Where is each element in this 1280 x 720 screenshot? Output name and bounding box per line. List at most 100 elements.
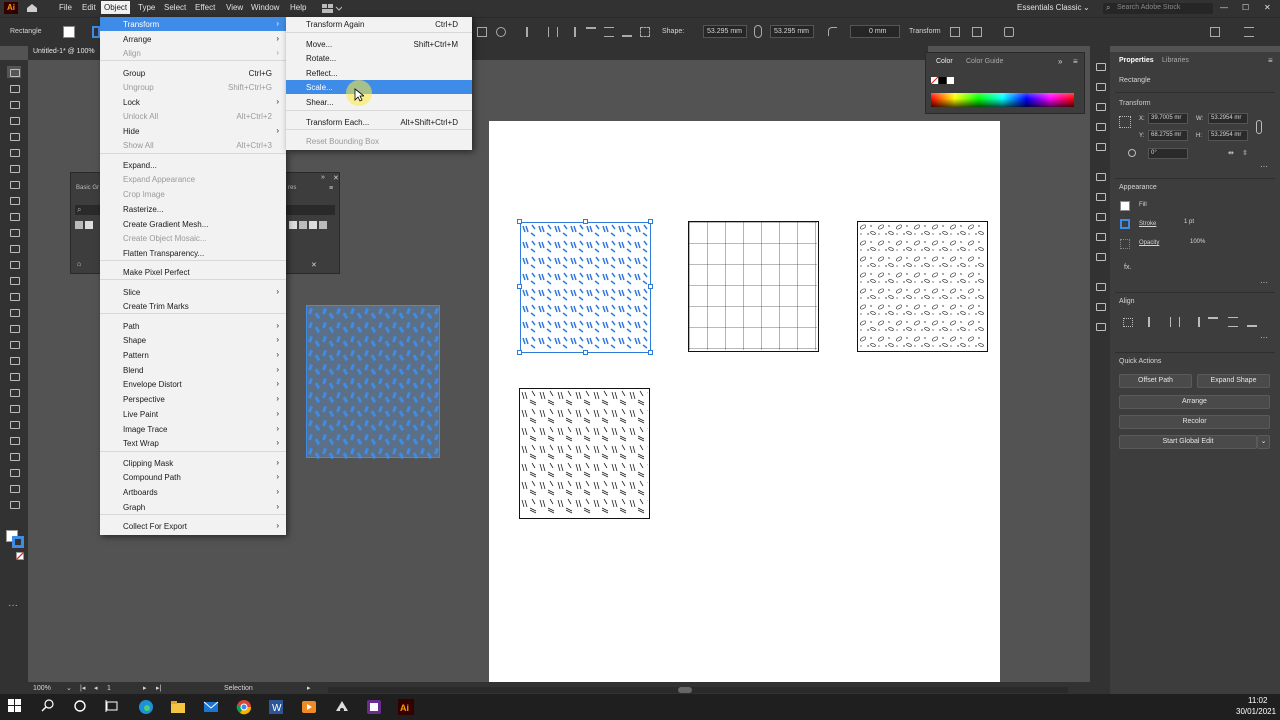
panel-menu-icon[interactable]: ≡ [1073, 57, 1078, 66]
selection-handle-bm[interactable] [583, 350, 588, 355]
object-menu-item[interactable]: Blend › [100, 363, 286, 377]
maximize-icon[interactable]: ☐ [1242, 3, 1249, 12]
app-icon[interactable] [366, 699, 382, 715]
zoom-tool-icon[interactable] [7, 498, 21, 510]
pasteboard-pattern-object[interactable] [306, 305, 441, 459]
eraser-tool-icon[interactable] [7, 242, 21, 254]
object-menu-item[interactable]: Rasterize... [100, 202, 286, 216]
libraries-dock-icon[interactable] [1093, 80, 1107, 92]
arrange-documents-icon[interactable] [322, 4, 343, 13]
selection-handle-tl[interactable] [517, 219, 522, 224]
prop-align-top-icon[interactable] [1208, 317, 1218, 327]
transform-submenu-item[interactable]: Transform Again Ctrl+D [286, 17, 472, 31]
mesh-tool-icon[interactable] [7, 354, 21, 366]
chevron-down-icon[interactable]: ⌄ [1083, 3, 1090, 12]
object-menu-item[interactable]: Pattern › [100, 348, 286, 362]
transform-submenu-item[interactable]: Transform Each... Alt+Shift+Ctrl+D [286, 115, 472, 129]
layers-dock-icon[interactable] [1093, 100, 1107, 112]
workspace-switcher[interactable]: Essentials Classic [1017, 3, 1081, 12]
stroke-label[interactable]: Stroke [1139, 221, 1156, 227]
distribute-icon[interactable] [640, 27, 650, 37]
minimize-icon[interactable]: — [1220, 3, 1228, 12]
warp-icon[interactable] [1004, 27, 1014, 37]
prop-align-bottom-icon[interactable] [1247, 317, 1257, 327]
grid-pattern-rectangle[interactable] [688, 221, 819, 352]
pattern-thumb-4[interactable] [299, 221, 307, 229]
fx-button[interactable]: fx. [1124, 264, 1131, 271]
brushes-dock-icon[interactable] [1093, 140, 1107, 152]
scale-tool-icon[interactable] [7, 274, 21, 286]
isolate-icon[interactable] [950, 27, 960, 37]
object-menu-item[interactable]: Transform › [100, 17, 286, 31]
corner-radius-field[interactable]: 0 mm [850, 25, 900, 38]
home-icon[interactable] [26, 3, 38, 13]
object-menu-item[interactable]: Compound Path › [100, 470, 286, 484]
word-icon[interactable]: W [268, 699, 284, 715]
artboards-dock-icon[interactable] [1093, 320, 1107, 332]
flip-horizontal-icon[interactable]: ⇹ [1228, 149, 1234, 157]
task-view-icon[interactable] [105, 699, 121, 715]
align-right-icon[interactable] [566, 27, 576, 37]
scroll-thumb[interactable] [678, 687, 692, 693]
panel-options-icon[interactable] [1244, 27, 1254, 37]
asset-export-dock-icon[interactable] [1093, 300, 1107, 312]
object-menu-item[interactable]: Envelope Distort › [100, 377, 286, 391]
panel-collapse-icon[interactable]: » [321, 174, 325, 181]
link-icon[interactable] [754, 25, 762, 38]
rotate-icon[interactable] [1128, 149, 1136, 157]
selection-handle-br[interactable] [648, 350, 653, 355]
column-graph-tool-icon[interactable] [7, 434, 21, 446]
transform-link[interactable]: Transform [909, 28, 941, 35]
x-field[interactable]: 39.7005 mr [1148, 113, 1188, 124]
edge-icon[interactable] [138, 699, 154, 715]
align-top-icon[interactable] [586, 27, 596, 37]
panel-collapse-icon[interactable]: » [1058, 57, 1062, 66]
pattern-thumb-6[interactable] [319, 221, 327, 229]
selected-pattern-rectangle[interactable] [520, 222, 651, 353]
angle-field[interactable]: 0° [1148, 148, 1188, 159]
menu-window[interactable]: Window [251, 3, 279, 12]
chrome-icon[interactable] [236, 699, 252, 715]
w-field[interactable]: 53.2954 mr [1208, 113, 1248, 124]
global-edit-options-button[interactable]: ⌄ [1257, 435, 1270, 449]
transform-submenu-item[interactable]: Rotate... [286, 51, 472, 65]
object-menu-item[interactable]: Graph › [100, 500, 286, 514]
hand-tool-icon[interactable] [7, 482, 21, 494]
object-menu-item[interactable]: Shape › [100, 333, 286, 347]
object-menu-item[interactable]: Slice › [100, 285, 286, 299]
stock-search[interactable]: ⌕ Search Adobe Stock [1103, 3, 1213, 14]
perspective-grid-tool-icon[interactable] [7, 338, 21, 350]
color-tab[interactable]: Color [936, 58, 953, 65]
properties-tab[interactable]: Properties [1119, 57, 1154, 64]
artboard[interactable] [489, 121, 1000, 683]
stroke-swatch[interactable] [92, 26, 100, 38]
object-menu-item[interactable]: Clipping Mask › [100, 456, 286, 470]
panel-menu-icon[interactable]: ≡ [329, 185, 333, 192]
libraries-tab[interactable]: Libraries [1162, 57, 1189, 64]
lasso-tool-icon[interactable] [7, 114, 21, 126]
next-artboard-icon[interactable]: ▸ [143, 684, 147, 692]
transform-submenu-item[interactable]: Reflect... [286, 66, 472, 80]
arrange-button[interactable]: Arrange [1119, 395, 1270, 409]
mail-icon[interactable] [203, 699, 219, 715]
transform-submenu-item[interactable]: Scale... [286, 80, 472, 94]
fill-swatch[interactable] [63, 26, 75, 38]
more-tools-icon[interactable]: ··· [8, 600, 18, 611]
windows-start-icon[interactable] [8, 699, 24, 715]
offset-path-button[interactable]: Offset Path [1119, 374, 1192, 388]
line-tool-icon[interactable] [7, 178, 21, 190]
gradient-tool-icon[interactable] [7, 370, 21, 382]
align-to-icon[interactable] [1123, 318, 1133, 327]
menu-help[interactable]: Help [290, 3, 306, 12]
prop-align-middle-icon[interactable] [1228, 317, 1238, 327]
artboard-tool-icon[interactable] [7, 450, 21, 462]
menu-object[interactable]: Object [101, 1, 131, 14]
first-artboard-icon[interactable]: |◂ [80, 684, 85, 692]
object-menu-item[interactable]: Create Gradient Mesh... [100, 217, 286, 231]
object-menu-item[interactable]: Hide › [100, 124, 286, 138]
shape-width-field[interactable]: 53.295 mm [703, 25, 747, 38]
selection-handle-mr[interactable] [648, 284, 653, 289]
type-tool-icon[interactable] [7, 162, 21, 174]
object-menu-item[interactable]: Group Ctrl+G [100, 66, 286, 80]
delete-swatch-icon[interactable]: ✕ [311, 261, 317, 269]
